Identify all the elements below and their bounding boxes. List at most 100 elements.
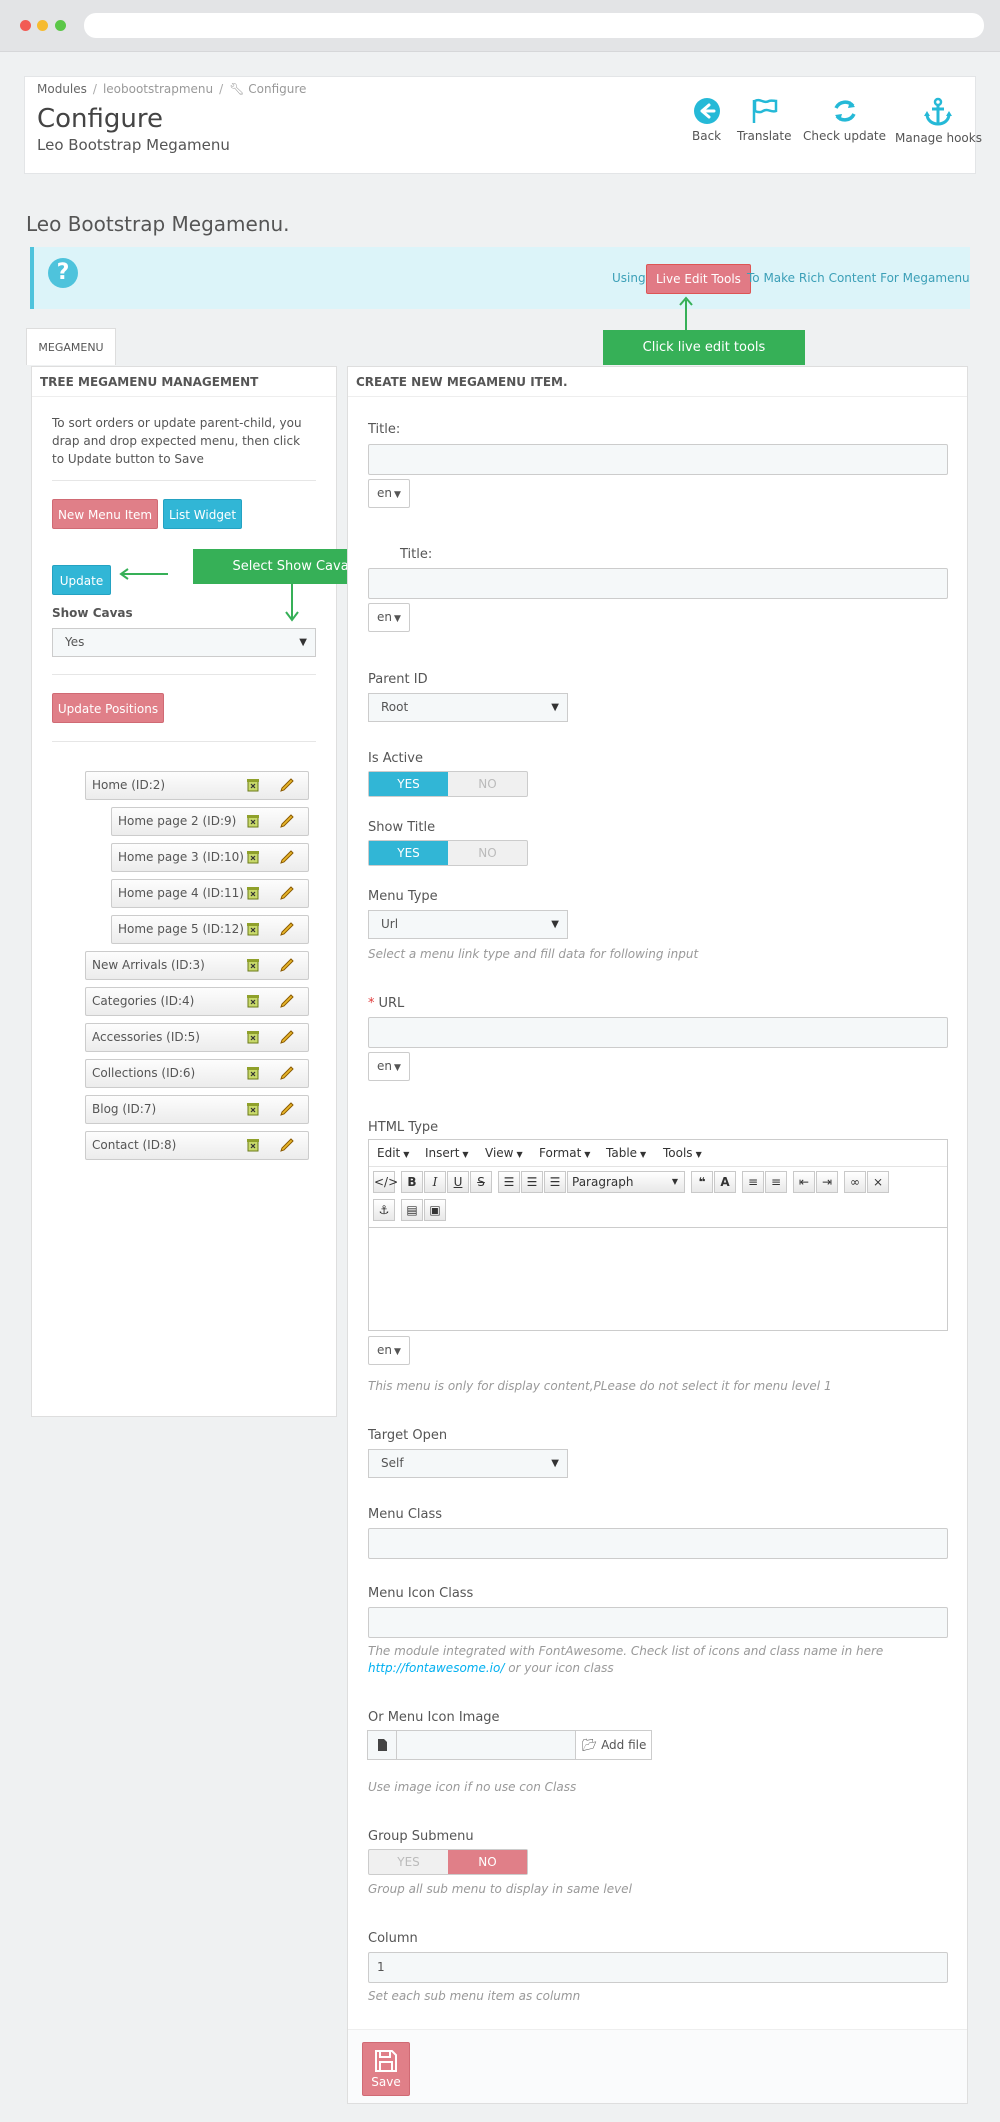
text-color-icon[interactable]: A: [714, 1171, 736, 1193]
menu-type-select[interactable]: Url ▼: [368, 910, 568, 939]
source-code-icon[interactable]: </>: [373, 1171, 398, 1193]
check-update-button[interactable]: Check update: [803, 97, 886, 143]
menu-class-input[interactable]: [368, 1528, 948, 1559]
breadcrumb-module[interactable]: leobootstrapmenu: [103, 82, 213, 96]
group-submenu-yes[interactable]: YES: [369, 1850, 448, 1874]
maximize-window-dot[interactable]: [55, 20, 66, 31]
menu-view[interactable]: View ▼: [485, 1146, 523, 1160]
delete-icon[interactable]: [246, 778, 260, 792]
add-file-button[interactable]: 📂︎ Add file: [575, 1730, 652, 1760]
is-active-toggle[interactable]: YES NO: [368, 771, 528, 797]
delete-icon[interactable]: [246, 1030, 260, 1044]
image-icon[interactable]: ▣: [424, 1199, 446, 1221]
tree-item[interactable]: New Arrivals (ID:3): [85, 951, 309, 980]
show-title-toggle[interactable]: YES NO: [368, 840, 528, 866]
tab-megamenu[interactable]: MEGAMENU: [26, 328, 116, 365]
strikethrough-icon[interactable]: S: [470, 1171, 492, 1193]
delete-icon[interactable]: [246, 1066, 260, 1080]
tree-item[interactable]: Contact (ID:8): [85, 1131, 309, 1160]
anchor-icon[interactable]: ⚓: [373, 1199, 395, 1221]
title-lang-dropdown[interactable]: en ▼: [368, 479, 410, 508]
tree-item[interactable]: Home page 4 (ID:11): [111, 879, 309, 908]
url-lang-dropdown[interactable]: en ▼: [368, 1052, 410, 1081]
link-icon[interactable]: ∞: [844, 1171, 866, 1193]
italic-icon[interactable]: I: [424, 1171, 446, 1193]
editor-content-area[interactable]: [369, 1227, 947, 1330]
delete-icon[interactable]: [246, 994, 260, 1008]
is-active-no[interactable]: NO: [448, 772, 527, 796]
update-button[interactable]: Update: [52, 565, 111, 595]
tree-item[interactable]: Collections (ID:6): [85, 1059, 309, 1088]
bold-icon[interactable]: B: [401, 1171, 423, 1193]
menu-edit[interactable]: Edit ▼: [377, 1146, 409, 1160]
back-button[interactable]: Back: [692, 97, 721, 143]
edit-pencil-icon[interactable]: [280, 886, 294, 900]
live-edit-tools-button[interactable]: Live Edit Tools: [646, 264, 751, 294]
list-widget-button[interactable]: List Widget: [163, 499, 242, 529]
delete-icon[interactable]: [246, 922, 260, 936]
fontawesome-link[interactable]: http://fontawesome.io/: [368, 1661, 504, 1675]
tree-item[interactable]: Accessories (ID:5): [85, 1023, 309, 1052]
numbered-list-icon[interactable]: ≡: [765, 1171, 787, 1193]
edit-pencil-icon[interactable]: [280, 958, 294, 972]
minimize-window-dot[interactable]: [37, 20, 48, 31]
menu-table[interactable]: Table ▼: [606, 1146, 646, 1160]
bullet-list-icon[interactable]: ≡: [742, 1171, 764, 1193]
tree-item[interactable]: Home page 3 (ID:10): [111, 843, 309, 872]
delete-icon[interactable]: [246, 958, 260, 972]
blockquote-icon[interactable]: ❝: [691, 1171, 713, 1193]
tree-item[interactable]: Home page 2 (ID:9): [111, 807, 309, 836]
html-lang-dropdown[interactable]: en ▼: [368, 1336, 410, 1365]
manage-hooks-button[interactable]: Manage hooks: [895, 97, 982, 145]
save-button[interactable]: Save: [362, 2042, 410, 2096]
show-title-no[interactable]: NO: [448, 841, 527, 865]
menu-insert[interactable]: Insert ▼: [425, 1146, 469, 1160]
delete-icon[interactable]: [246, 814, 260, 828]
group-submenu-no[interactable]: NO: [448, 1850, 527, 1874]
target-open-select[interactable]: Self ▼: [368, 1449, 568, 1478]
underline-icon[interactable]: U: [447, 1171, 469, 1193]
edit-pencil-icon[interactable]: [280, 1030, 294, 1044]
sub-title-lang-dropdown[interactable]: en ▼: [368, 603, 410, 632]
indent-icon[interactable]: ⇥: [816, 1171, 838, 1193]
menu-format[interactable]: Format ▼: [539, 1146, 590, 1160]
menu-icon-class-input[interactable]: [368, 1607, 948, 1638]
outdent-icon[interactable]: ⇤: [793, 1171, 815, 1193]
edit-pencil-icon[interactable]: [280, 994, 294, 1008]
show-title-yes[interactable]: YES: [369, 841, 448, 865]
group-submenu-toggle[interactable]: YES NO: [368, 1849, 528, 1875]
tree-item[interactable]: Blog (ID:7): [85, 1095, 309, 1124]
media-icon[interactable]: ▤: [401, 1199, 423, 1221]
edit-pencil-icon[interactable]: [280, 850, 294, 864]
new-menu-item-button[interactable]: New Menu Item: [52, 499, 158, 529]
tree-item[interactable]: Home (ID:2): [85, 771, 309, 800]
show-cavas-select[interactable]: Yes ▼: [52, 628, 316, 657]
menu-tools[interactable]: Tools ▼: [663, 1146, 702, 1160]
align-center-icon[interactable]: ☰: [521, 1171, 543, 1193]
delete-icon[interactable]: [246, 1102, 260, 1116]
edit-pencil-icon[interactable]: [280, 778, 294, 792]
title-input[interactable]: [368, 444, 948, 475]
tree-item[interactable]: Categories (ID:4): [85, 987, 309, 1016]
delete-icon[interactable]: [246, 886, 260, 900]
unlink-icon[interactable]: ⨯: [867, 1171, 889, 1193]
delete-icon[interactable]: [246, 1138, 260, 1152]
align-right-icon[interactable]: ☰: [544, 1171, 566, 1193]
delete-icon[interactable]: [246, 850, 260, 864]
close-window-dot[interactable]: [20, 20, 31, 31]
edit-pencil-icon[interactable]: [280, 1102, 294, 1116]
translate-button[interactable]: Translate: [737, 97, 792, 143]
edit-pencil-icon[interactable]: [280, 1138, 294, 1152]
parent-id-select[interactable]: Root ▼: [368, 693, 568, 722]
column-input[interactable]: 1: [368, 1952, 948, 1983]
file-name-field[interactable]: [396, 1730, 576, 1760]
edit-pencil-icon[interactable]: [280, 922, 294, 936]
is-active-yes[interactable]: YES: [369, 772, 448, 796]
address-bar[interactable]: [84, 13, 984, 38]
breadcrumb-modules[interactable]: Modules: [37, 82, 87, 96]
edit-pencil-icon[interactable]: [280, 814, 294, 828]
paragraph-format-select[interactable]: Paragraph ▼: [567, 1171, 685, 1193]
update-positions-button[interactable]: Update Positions: [52, 693, 164, 723]
sub-title-input[interactable]: [368, 568, 948, 599]
url-input[interactable]: [368, 1017, 948, 1048]
